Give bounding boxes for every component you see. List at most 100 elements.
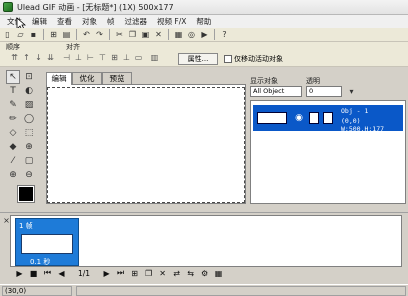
tab-optimize[interactable]: 优化 [72,72,102,84]
object-row[interactable]: ◉ Obj - 1 (0,0) W:500,H:177 [253,105,403,133]
toolbar-separator [43,29,44,40]
move-down-icon[interactable]: ↓ [34,53,43,64]
stop-icon[interactable]: ■ [28,268,39,279]
align-left-icon[interactable]: ⊣ [62,53,71,64]
align-center-icon[interactable]: ⊥ [74,53,83,64]
canvas[interactable] [46,84,246,204]
shape-tool-icon[interactable]: ◯ [22,112,36,126]
pick-tool-icon[interactable]: ↖ [6,70,20,84]
lasso-tool-icon[interactable]: ⬚ [22,126,36,140]
show-objects-label: 显示对象 [250,77,278,85]
reverse-icon[interactable]: ⇆ [185,268,196,279]
properties-icon[interactable]: ⚙ [199,268,210,279]
mask-box-icon[interactable] [323,112,333,124]
duplicate-frame-icon[interactable]: ❐ [143,268,154,279]
paste-icon[interactable]: ▣ [140,29,151,40]
add-frame-icon[interactable]: ⊞ [129,268,140,279]
fill-tool-icon[interactable]: ◆ [6,140,20,154]
image-tool-icon[interactable]: ▨ [22,98,36,112]
undo-icon[interactable]: ↶ [81,29,92,40]
align-middle-icon[interactable]: ⊞ [110,53,119,64]
clone-tool-icon[interactable]: ⊕ [22,140,36,154]
prev-frame-icon[interactable]: ◀ [56,268,67,279]
transform-tool-icon[interactable]: ◐ [22,84,36,98]
pen-tool-icon[interactable]: ✏ [6,112,20,126]
scan-icon[interactable]: ▤ [61,29,72,40]
object-thumbnail [257,112,287,124]
open-icon[interactable]: ▱ [15,29,26,40]
help-icon[interactable]: ? [219,29,230,40]
first-frame-icon[interactable]: ⏮ [42,268,53,279]
menu-edit[interactable]: 编辑 [27,16,52,27]
move-only-active-checkbox[interactable] [224,55,232,63]
status-message [76,286,406,296]
frame-settings-icon[interactable]: ▦ [213,268,224,279]
menu-filter[interactable]: 过滤器 [120,16,153,27]
object-manager-panel: 显示对象 透明 All Object 0 ▾ ◉ Obj - 1 (0,0) W… [250,70,406,206]
align-right-icon[interactable]: ⊢ [86,53,95,64]
window-title: Ulead GIF 动画 - [无标题*] (1X) 500x177 [17,2,174,12]
editor-panel: 编辑 优化 预览 [44,70,248,206]
play-icon[interactable]: ▶ [14,268,25,279]
redo-icon[interactable]: ↷ [94,29,105,40]
status-bar: (30,0) [0,284,408,296]
menu-view[interactable]: 查看 [52,16,77,27]
object-select-icon[interactable]: ⊡ [22,70,36,84]
delete-frame-icon[interactable]: ✕ [157,268,168,279]
object-manager-icon[interactable]: ▥ [150,53,159,64]
text-tool-icon[interactable]: T [6,84,20,98]
main-toolbar: ▯ ▱ ▪ ⊞ ▤ ↶ ↷ ✂ ❐ ▣ ✕ ▦ ◎ ▶ ? [0,28,408,42]
opacity-input[interactable]: 0 [306,86,342,97]
toolbar-separator [76,29,77,40]
tab-preview[interactable]: 预览 [102,72,132,84]
frame-counter: 1/1 [78,268,91,278]
brush-tool-icon[interactable]: ✎ [6,98,20,112]
opacity-slider-icon[interactable]: ▾ [346,86,357,97]
last-frame-icon[interactable]: ⏭ [115,268,126,279]
zoom-in-icon[interactable]: ⊕ [6,168,20,182]
tween-icon[interactable]: ⇄ [171,268,182,279]
new-icon[interactable]: ▯ [2,29,13,40]
frame-item[interactable]: 1 帧 0.1 秒 [15,218,79,266]
play-icon[interactable]: ▶ [199,29,210,40]
properties-button[interactable]: 属性... [178,53,218,65]
menu-object[interactable]: 对象 [77,16,102,27]
save-icon[interactable]: ▪ [28,29,39,40]
move-top-icon[interactable]: ⇈ [10,53,19,64]
toolbar-separator [214,29,215,40]
marquee-tool-icon[interactable]: ▢ [22,154,36,168]
frame-thumbnail [21,234,73,254]
align-fill-icon[interactable]: ▭ [134,53,143,64]
tab-edit[interactable]: 编辑 [46,72,72,85]
menu-video-fx[interactable]: 视频 F/X [152,16,191,27]
app-icon [3,2,13,12]
delete-icon[interactable]: ✕ [153,29,164,40]
arrange-icon[interactable]: ▦ [173,29,184,40]
optimize-icon[interactable]: ◎ [186,29,197,40]
show-objects-select[interactable]: All Object [250,86,302,97]
toolbar-separator [168,29,169,40]
move-bottom-icon[interactable]: ⇊ [46,53,55,64]
object-info: (0,0) W:500,H:177 [341,117,385,133]
copy-icon[interactable]: ❐ [127,29,138,40]
align-bottom-icon[interactable]: ⊥ [122,53,131,64]
eyedropper-icon[interactable]: ⁄ [6,154,20,168]
zoom-out-icon[interactable]: ⊖ [22,168,36,182]
cursor-coordinates: (30,0) [2,286,72,296]
lock-box-icon[interactable] [309,112,319,124]
cut-icon[interactable]: ✂ [114,29,125,40]
add-image-icon[interactable]: ⊞ [48,29,59,40]
menu-frame[interactable]: 帧 [102,16,120,27]
eraser-tool-icon[interactable]: ◇ [6,126,20,140]
move-up-icon[interactable]: ↑ [22,53,31,64]
align-top-icon[interactable]: ⊤ [98,53,107,64]
next-frame-icon[interactable]: ▶ [101,268,112,279]
opacity-label: 透明 [306,77,320,85]
menu-help[interactable]: 帮助 [191,16,216,27]
frame-label: 1 帧 [19,222,33,230]
eye-icon[interactable]: ◉ [293,112,305,124]
foreground-color-swatch[interactable] [17,185,35,203]
toolbar-separator [109,29,110,40]
title-bar: Ulead GIF 动画 - [无标题*] (1X) 500x177 [0,0,408,15]
frame-strip: 1 帧 0.1 秒 [10,215,402,267]
